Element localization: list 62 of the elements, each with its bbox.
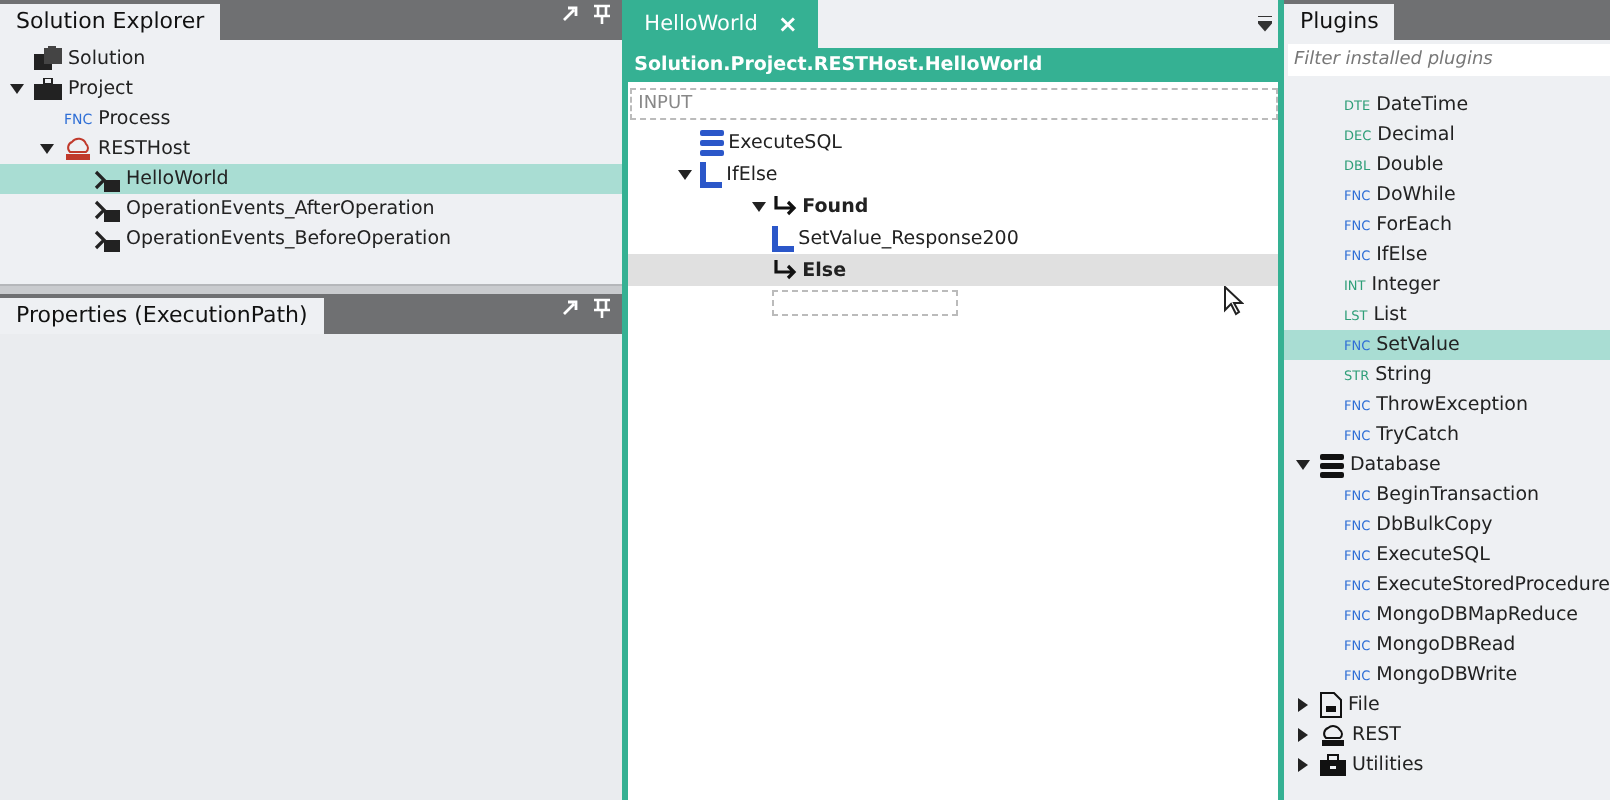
pin-icon[interactable] xyxy=(594,4,611,24)
tree-item[interactable]: HelloWorld xyxy=(0,164,623,194)
expand-arrow-icon[interactable] xyxy=(1295,758,1310,772)
plugin-group[interactable]: Database xyxy=(1349,454,1441,476)
tree-label: Project xyxy=(68,78,134,100)
filter-field[interactable]: Filter installed plugins xyxy=(1287,44,1610,76)
tree-label: Process xyxy=(98,108,171,130)
expand-arrow-icon[interactable] xyxy=(752,199,767,213)
database-icon xyxy=(700,129,725,155)
expand-arrow-icon[interactable] xyxy=(678,167,693,181)
panel-tab[interactable]: Properties (ExecutionPath) xyxy=(0,298,324,334)
expand-arrow-icon[interactable] xyxy=(1295,698,1310,712)
expand-arrow-icon[interactable] xyxy=(1295,728,1310,742)
branch-arrow-icon xyxy=(774,196,799,216)
mouse-cursor-icon xyxy=(1224,286,1245,316)
flow-step[interactable]: SetValue_Response200 xyxy=(628,222,1278,254)
step-label: Found xyxy=(802,195,869,217)
tree-item[interactable]: RESTHost xyxy=(0,134,623,164)
toolbox-icon xyxy=(1319,754,1346,776)
cloud-icon xyxy=(64,136,92,162)
flow-step[interactable]: ExecuteSQL xyxy=(628,126,1278,158)
flow-step[interactable]: IfElse xyxy=(628,158,1278,190)
float-icon[interactable] xyxy=(562,6,579,22)
panel-tab[interactable]: Plugins xyxy=(1283,4,1395,40)
operation-icon xyxy=(94,167,120,191)
expand-arrow-icon[interactable] xyxy=(1295,458,1310,472)
branch-arrow-icon xyxy=(774,260,799,280)
tree-item[interactable]: Project xyxy=(0,74,623,104)
tree-label: HelloWorld xyxy=(126,168,229,190)
operation-icon xyxy=(94,227,120,251)
bracket-icon xyxy=(700,161,723,187)
tree-label: Solution xyxy=(68,48,146,70)
flow-step[interactable]: Found xyxy=(628,190,1278,222)
step-label: IfElse xyxy=(726,163,778,185)
tree-item[interactable]: OperationEvents_AfterOperation xyxy=(0,194,623,224)
step-label: Else xyxy=(802,259,847,281)
tree-label: OperationEvents_AfterOperation xyxy=(126,198,435,220)
dropdown-icon[interactable] xyxy=(1257,16,1272,32)
tree-item[interactable]: OperationEvents_BeforeOperation xyxy=(0,224,623,254)
briefcases-icon xyxy=(34,46,62,72)
operation-icon xyxy=(94,197,120,221)
tree-item[interactable]: Solution xyxy=(0,44,623,74)
input-drop-zone[interactable]: INPUT xyxy=(630,88,1278,120)
plugin-group[interactable]: REST xyxy=(1351,724,1401,746)
pin-icon[interactable] xyxy=(594,298,611,318)
flow-step[interactable]: Else xyxy=(628,254,1278,286)
tree-label: RESTHost xyxy=(98,138,191,160)
breadcrumb: Solution.Project.RESTHost.HelloWorld xyxy=(628,48,1278,82)
plugin-group[interactable]: Utilities xyxy=(1351,754,1424,776)
expand-arrow-icon[interactable] xyxy=(10,82,24,96)
tree-label: OperationEvents_BeforeOperation xyxy=(126,228,452,250)
float-icon[interactable] xyxy=(562,300,579,316)
bracket-icon xyxy=(772,225,795,251)
plugin-group[interactable]: File xyxy=(1347,694,1380,716)
expand-arrow-icon[interactable] xyxy=(40,142,54,156)
briefcase-icon xyxy=(34,78,62,100)
step-label: ExecuteSQL xyxy=(728,131,842,153)
database-icon xyxy=(1319,453,1344,477)
cloud-icon xyxy=(1319,723,1346,747)
step-label: SetValue_Response200 xyxy=(798,227,1019,249)
file-icon xyxy=(1319,692,1342,718)
panel-tab[interactable]: Solution Explorer xyxy=(0,4,221,40)
